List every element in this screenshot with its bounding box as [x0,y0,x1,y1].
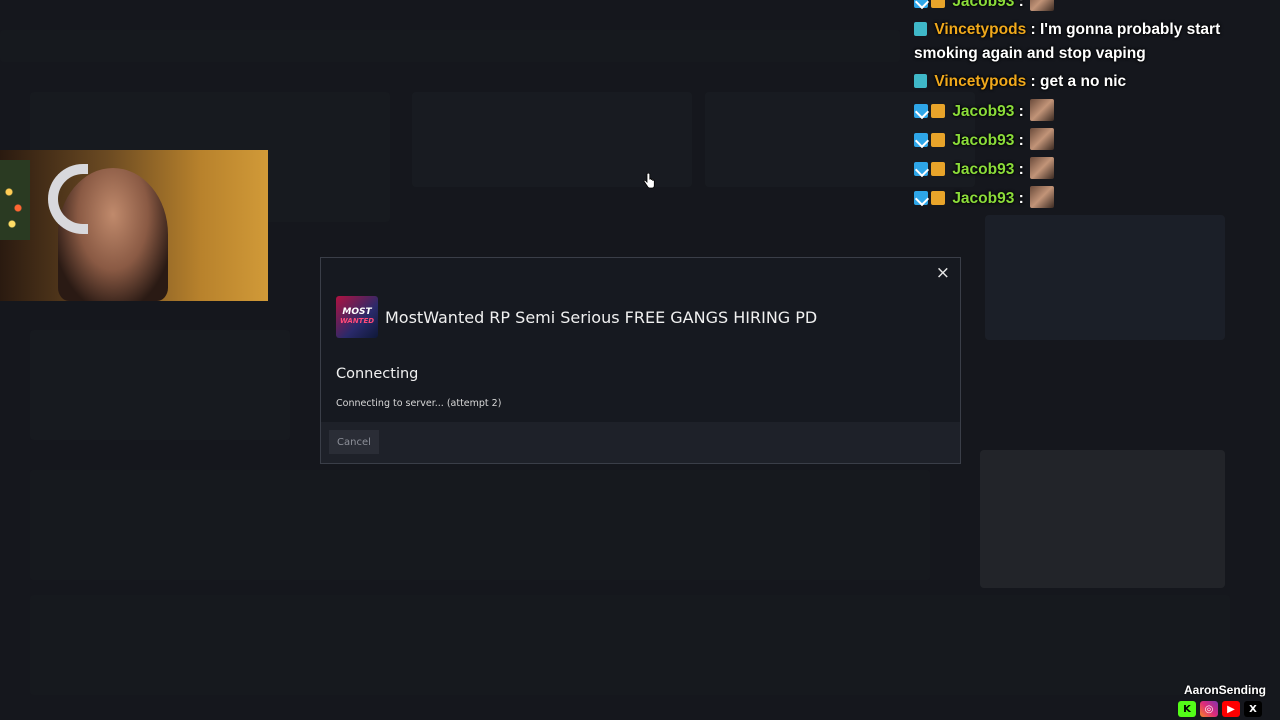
sub-badge-icon [914,22,927,36]
chat-message: Jacob93 : [914,128,1055,153]
crown-badge-icon [931,191,945,205]
chat-message: Jacob93 : [914,0,1055,14]
server-logo: MOST WANTED [336,296,378,338]
crown-badge-icon [931,0,945,8]
chat-username: Vincetypods [934,21,1027,38]
emote-icon [1030,157,1055,179]
headset-image [48,164,88,234]
chat-message: Jacob93 : [914,157,1055,182]
webcam-feed [0,150,268,301]
kick-icon: K [1178,701,1196,717]
chat-username: Vincetypods [934,73,1027,90]
emote-icon [1030,0,1055,11]
close-icon[interactable]: × [936,263,950,283]
chat-separator: : [1018,103,1024,120]
chat-separator: : [1030,21,1036,38]
dialog-header: MOST WANTED MostWanted RP Semi Serious F… [336,296,817,338]
pickaxe-badge-icon [914,133,928,147]
crown-badge-icon [931,133,945,147]
chat-username: Jacob93 [952,132,1015,149]
sub-badge-icon [914,74,927,88]
chat-username: Jacob93 [952,103,1015,120]
emote-icon [1030,186,1055,208]
connecting-dialog: × MOST WANTED MostWanted RP Semi Serious… [320,257,961,464]
logo-text: WANTED [339,317,375,325]
logo-text: MOST [342,307,372,317]
cancel-button[interactable]: Cancel [329,430,379,454]
pickaxe-badge-icon [914,162,928,176]
emote-icon [1030,128,1055,150]
chat-username: Jacob93 [952,0,1015,10]
dialog-footer: Cancel [321,422,960,463]
crown-badge-icon [931,104,945,118]
crown-badge-icon [931,162,945,176]
christmas-tree-image [0,160,30,240]
channel-handle: AaronSending [1183,683,1266,697]
chat-separator: : [1018,132,1024,149]
server-name: MostWanted RP Semi Serious FREE GANGS HI… [385,307,818,327]
youtube-icon: ▶ [1222,701,1240,717]
chat-text: get a no nic [1040,73,1127,90]
chat-message: Vincetypods : I'm gonna probably start s… [914,18,1276,66]
hand-cursor-icon [643,173,655,189]
chat-username: Jacob93 [952,161,1015,178]
chat-separator: : [1018,0,1024,10]
emote-icon [1030,99,1055,121]
chat-message: Jacob93 : [914,99,1055,124]
social-watermark: AaronSending K ◎ ▶ X [1178,683,1266,717]
chat-separator: : [1018,161,1024,178]
pickaxe-badge-icon [914,0,928,8]
social-icons: K ◎ ▶ X [1178,701,1262,717]
chat-separator: : [1030,73,1036,90]
chat-message: Vincetypods : get a no nic [914,70,1126,94]
instagram-icon: ◎ [1200,701,1218,717]
chat-message: Jacob93 : [914,186,1055,211]
chat-username: Jacob93 [952,190,1015,207]
status-detail: Connecting to server... (attempt 2) [336,398,502,409]
pickaxe-badge-icon [914,191,928,205]
status-title: Connecting [336,366,419,382]
pickaxe-badge-icon [914,104,928,118]
chat-separator: : [1018,190,1024,207]
x-icon: X [1244,701,1262,717]
